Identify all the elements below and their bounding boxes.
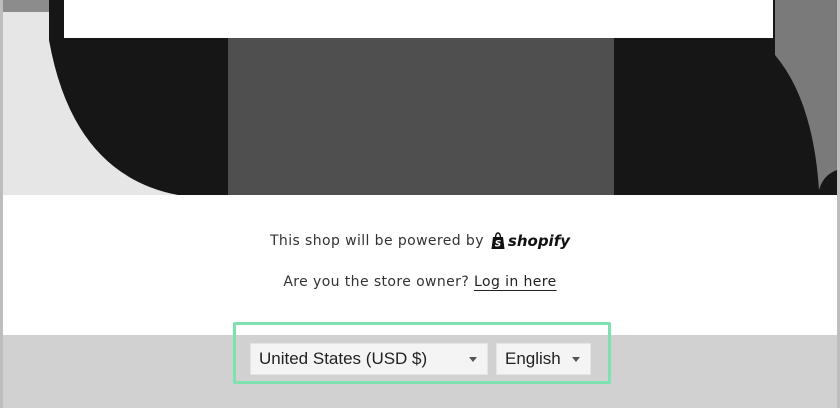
hero-banner — [3, 0, 837, 195]
store-owner-question: Are you the store owner? — [283, 274, 470, 290]
svg-text:S: S — [495, 240, 501, 250]
shopify-bag-icon: S — [491, 232, 505, 250]
login-link[interactable]: Log in here — [474, 274, 557, 290]
page-frame: This shop will be powered by S shopify A… — [0, 0, 840, 408]
shopify-logo: S shopify — [490, 232, 570, 250]
hero-card — [64, 0, 773, 38]
shopify-wordmark: shopify — [507, 232, 571, 250]
selector-highlight-box — [233, 322, 611, 384]
store-owner-line: Are you the store owner? Log in here — [3, 274, 837, 290]
powered-by-line: This shop will be powered by S shopify — [3, 232, 837, 250]
powered-by-text: This shop will be powered by — [269, 233, 484, 249]
